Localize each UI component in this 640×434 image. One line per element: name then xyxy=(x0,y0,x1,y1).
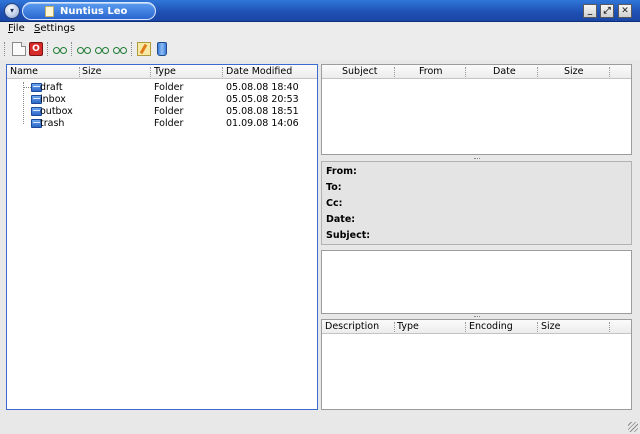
toolbar-separator xyxy=(47,42,49,56)
header-date-label: Date: xyxy=(326,214,356,225)
folder-row-inbox[interactable]: inbox Folder 05.05.08 20:53 xyxy=(7,94,317,106)
toolbar-separator xyxy=(71,42,73,56)
toolbar-handle[interactable] xyxy=(4,42,6,56)
tree-guide xyxy=(23,82,24,124)
folder-date: 05.08.08 18:40 xyxy=(226,82,299,93)
window-menu-icon[interactable]: ▾ xyxy=(4,3,20,19)
message-list-header: Subject From Date Size xyxy=(322,65,631,79)
find-icon[interactable] xyxy=(77,42,91,56)
receive-icon[interactable] xyxy=(53,42,67,56)
column-header-name[interactable]: Name xyxy=(10,66,38,77)
folder-date: 01.09.08 14:06 xyxy=(226,118,299,129)
stop-icon[interactable]: O xyxy=(29,42,43,56)
attachment-list[interactable]: Description Type Encoding Size xyxy=(321,319,632,410)
column-header-type[interactable]: Type xyxy=(154,66,176,77)
column-header-size[interactable]: Size xyxy=(564,66,584,77)
column-header-size[interactable]: Size xyxy=(541,321,561,332)
minimize-button[interactable]: _ xyxy=(583,4,597,18)
folder-name: draft xyxy=(40,82,63,93)
folder-row-trash[interactable]: trash Folder 01.09.08 14:06 xyxy=(7,118,317,130)
toolbar-separator xyxy=(131,42,133,56)
folder-name: inbox xyxy=(40,94,66,105)
status-bar xyxy=(0,413,640,434)
folder-name: trash xyxy=(40,118,65,129)
toolbar: O xyxy=(0,38,640,60)
folder-list-header: Name Size Type Date Modified xyxy=(7,65,317,79)
menu-file[interactable]: File xyxy=(8,23,25,34)
column-header-type[interactable]: Type xyxy=(397,321,419,332)
folder-type: Folder xyxy=(154,106,184,117)
column-header-encoding[interactable]: Encoding xyxy=(469,321,513,332)
column-header-description[interactable]: Description xyxy=(325,321,379,332)
splitter-handle[interactable] xyxy=(474,158,480,159)
edit-icon[interactable] xyxy=(137,42,151,56)
reply-icon[interactable] xyxy=(113,42,127,56)
column-header-size[interactable]: Size xyxy=(82,66,102,77)
column-header-from[interactable]: From xyxy=(419,66,443,77)
title-bar[interactable]: ▾ Nuntius Leo _ ⤢ ✕ xyxy=(0,0,640,22)
column-header-date-modified[interactable]: Date Modified xyxy=(226,66,292,77)
folder-row-draft[interactable]: draft Folder 05.08.08 18:40 xyxy=(7,82,317,94)
folder-type: Folder xyxy=(154,94,184,105)
window-title: Nuntius Leo xyxy=(60,5,128,17)
app-icon xyxy=(45,5,54,17)
folder-type: Folder xyxy=(154,118,184,129)
attachment-list-header: Description Type Encoding Size xyxy=(322,320,631,334)
column-header-date[interactable]: Date xyxy=(493,66,516,77)
column-header-subject[interactable]: Subject xyxy=(342,66,378,77)
message-list[interactable]: Subject From Date Size xyxy=(321,64,632,155)
folder-list[interactable]: Name Size Type Date Modified draft Folde… xyxy=(6,64,318,410)
folder-row-outbox[interactable]: outbox Folder 05.08.08 18:51 xyxy=(7,106,317,118)
folder-type: Folder xyxy=(154,82,184,93)
resize-grip[interactable] xyxy=(628,422,638,432)
header-subject-label: Subject: xyxy=(326,230,371,241)
splitter-handle[interactable] xyxy=(474,316,480,317)
folder-date: 05.08.08 18:51 xyxy=(226,106,299,117)
message-body-pane[interactable] xyxy=(321,250,632,314)
forward-icon[interactable] xyxy=(95,42,109,56)
menu-settings[interactable]: Settings xyxy=(34,23,75,34)
message-header-pane: From: To: Cc: Date: Subject: xyxy=(321,161,632,245)
new-message-icon[interactable] xyxy=(12,42,26,56)
close-button[interactable]: ✕ xyxy=(618,4,632,18)
header-to-label: To: xyxy=(326,182,342,193)
window-title-pill[interactable]: Nuntius Leo xyxy=(22,2,156,20)
folder-date: 05.05.08 20:53 xyxy=(226,94,299,105)
header-cc-label: Cc: xyxy=(326,198,343,209)
menu-bar: File Settings xyxy=(0,22,640,38)
trash-icon[interactable] xyxy=(157,42,167,56)
folder-name: outbox xyxy=(40,106,73,117)
maximize-button[interactable]: ⤢ xyxy=(600,4,614,18)
header-from-label: From: xyxy=(326,166,357,177)
